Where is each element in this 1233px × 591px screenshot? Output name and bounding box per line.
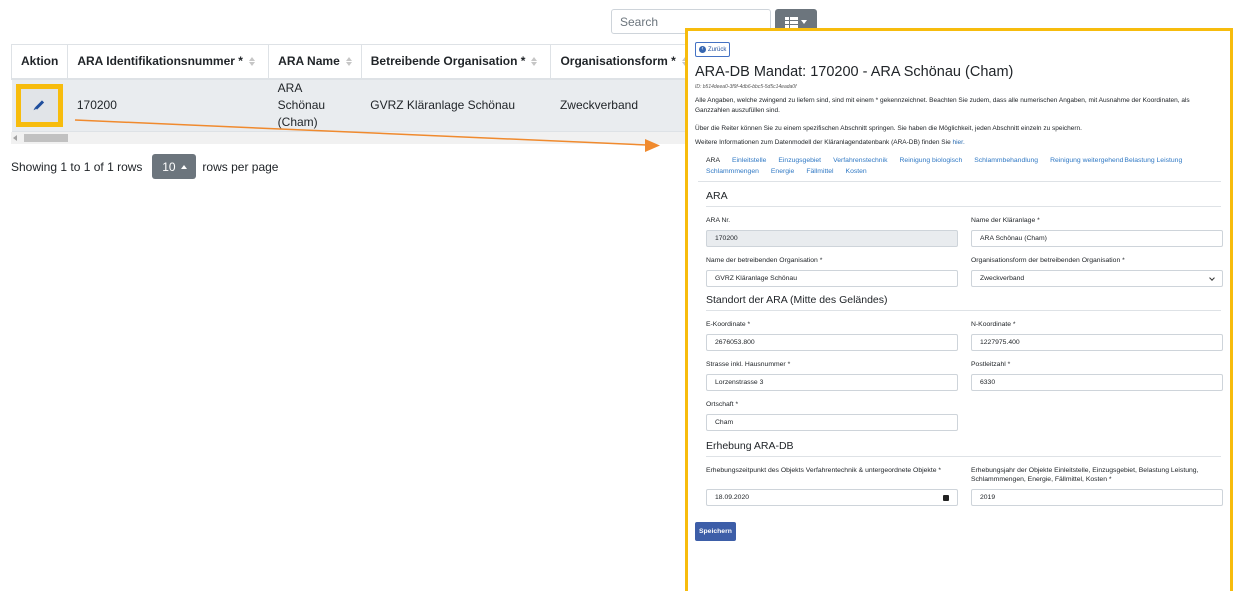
chevron-down-icon xyxy=(1209,274,1215,281)
cell-organisation: GVRZ Kläranlage Schönau xyxy=(361,78,551,132)
form-grid-erhebung: Erhebungszeitpunkt des Objekts Verfahren… xyxy=(695,457,1223,506)
tab-energie[interactable]: Energie xyxy=(771,168,794,175)
caret-up-icon xyxy=(180,164,187,169)
edit-button[interactable] xyxy=(15,83,63,127)
field-strasse: Strasse inkl. Hausnummer * Lorzenstrasse… xyxy=(706,360,958,391)
panel-title: ARA-DB Mandat: 170200 - ARA Schönau (Cha… xyxy=(695,64,1014,80)
edit-panel: ‹ Zurück ARA-DB Mandat: 170200 - ARA Sch… xyxy=(685,28,1233,591)
field-n-koordinate: N-Koordinate * 1227975.400 xyxy=(971,320,1223,351)
pagination-summary: Showing 1 to 1 of 1 rows xyxy=(11,159,143,174)
field-label: Name der Kläranlage * xyxy=(971,217,1040,224)
ortschaft-input[interactable]: Cham xyxy=(706,414,958,431)
field-label: N-Koordinate * xyxy=(971,321,1016,328)
field-label: Postleitzahl * xyxy=(971,361,1011,368)
column-header-aktion: Aktion xyxy=(10,44,69,80)
action-cell xyxy=(11,78,68,132)
name-klaeranlage-input[interactable]: ARA Schönau (Cham) xyxy=(971,230,1223,247)
column-header-organisationsform[interactable]: Organisationsform * xyxy=(550,44,701,80)
data-table: Aktion ARA Identifikationsnummer * ARA N… xyxy=(10,44,701,132)
pencil-icon xyxy=(34,100,44,110)
calendar-icon[interactable] xyxy=(943,494,949,501)
cell-ara-name: ARA Schönau (Cham) xyxy=(268,78,362,132)
sort-icon xyxy=(346,57,352,66)
erhebungsjahr-input[interactable]: 2019 xyxy=(971,489,1223,506)
page-size-value: 10 xyxy=(162,159,176,174)
table-header-row: Aktion ARA Identifikationsnummer * ARA N… xyxy=(10,44,701,80)
ara-nr-input: 170200 xyxy=(706,230,958,247)
field-erhebungsjahr: Erhebungsjahr der Objekte Einleitstelle,… xyxy=(971,466,1223,506)
tab-verfahrenstechnik[interactable]: Verfahrenstechnik xyxy=(833,157,887,164)
tab-ara[interactable]: ARA xyxy=(706,157,720,164)
field-ara-nr: ARA Nr. 170200 xyxy=(706,216,958,247)
scroll-left-icon[interactable] xyxy=(13,135,17,141)
strasse-input[interactable]: Lorzenstrasse 3 xyxy=(706,374,958,391)
pagination: Showing 1 to 1 of 1 rows 10 rows per pag… xyxy=(11,154,278,179)
erhebungszeitpunkt-date-input[interactable]: 18.09.2020 xyxy=(706,489,958,506)
field-label: Strasse inkl. Hausnummer * xyxy=(706,361,791,368)
section-tabs: ARA Einleitstelle Einzugsgebiet Verfahre… xyxy=(695,157,1221,175)
tab-reinigung-weitergehend[interactable]: Reinigung weitergehend xyxy=(1050,157,1123,164)
back-arrow-icon: ‹ xyxy=(699,46,706,53)
tab-einzugsgebiet[interactable]: Einzugsgebiet xyxy=(778,157,821,164)
cell-organisationsform: Zweckverband xyxy=(550,78,701,132)
caret-down-icon xyxy=(801,19,807,24)
field-label: Ortschaft * xyxy=(706,401,739,408)
horizontal-scrollbar[interactable] xyxy=(11,132,701,144)
name-organisation-input[interactable]: GVRZ Kläranlage Schönau xyxy=(706,270,958,287)
cell-ara-id: 170200 xyxy=(67,78,269,132)
intro-text: Alle Angaben, welche zwingend zu liefern… xyxy=(695,96,1221,148)
tab-einleitstelle[interactable]: Einleitstelle xyxy=(732,157,766,164)
n-koordinate-input[interactable]: 1227975.400 xyxy=(971,334,1223,351)
save-button[interactable]: Speichern xyxy=(695,522,736,541)
field-label: E-Koordinate * xyxy=(706,321,751,328)
sort-icon xyxy=(249,57,255,66)
section-heading-erhebung: Erhebung ARA-DB xyxy=(706,440,1221,457)
tab-schlammmengen[interactable]: Schlammmengen xyxy=(706,168,759,175)
field-postleitzahl: Postleitzahl * 6330 xyxy=(971,360,1223,391)
field-label: Name der betreibenden Organisation * xyxy=(706,257,823,264)
tab-reinigung-biologisch[interactable]: Reinigung biologisch xyxy=(900,157,963,164)
column-header-organisation[interactable]: Betreibende Organisation * xyxy=(361,44,552,80)
tab-kosten[interactable]: Kosten xyxy=(846,168,867,175)
field-organisationsform: Organisationsform der betreibenden Organ… xyxy=(971,256,1223,287)
field-label: ARA Nr. xyxy=(706,217,731,224)
field-erhebungszeitpunkt: Erhebungszeitpunkt des Objekts Verfahren… xyxy=(706,466,958,506)
tab-belastung-leistung[interactable]: Belastung Leistung xyxy=(1124,157,1182,164)
section-heading-ara: ARA xyxy=(706,190,1221,207)
form-grid-ara: ARA Nr. 170200 Name der Kläranlage * ARA… xyxy=(695,207,1223,287)
field-ortschaft: Ortschaft * Cham xyxy=(706,400,958,431)
field-label: Erhebungszeitpunkt des Objekts Verfahren… xyxy=(706,467,942,474)
record-id: ID: b514deea0-3f9f-4db6-bbc5-5d5c14eada0… xyxy=(695,84,797,90)
tab-schlammbehandlung[interactable]: Schlammbehandlung xyxy=(974,157,1038,164)
field-label: Erhebungsjahr der Objekte Einleitstelle,… xyxy=(971,467,1199,483)
table-row: 170200 ARA Schönau (Cham) GVRZ Kläranlag… xyxy=(11,78,701,132)
page-size-dropdown[interactable]: 10 xyxy=(152,154,197,179)
scrollbar-thumb[interactable] xyxy=(24,134,68,142)
postleitzahl-input[interactable]: 6330 xyxy=(971,374,1223,391)
info-link[interactable]: hier. xyxy=(953,139,965,146)
intro-paragraph: Weitere Informationen zum Datenmodell de… xyxy=(695,139,965,146)
sort-icon xyxy=(531,57,537,66)
field-name-klaeranlage: Name der Kläranlage * ARA Schönau (Cham) xyxy=(971,216,1223,247)
back-button[interactable]: ‹ Zurück xyxy=(695,42,731,57)
e-koordinate-input[interactable]: 2676053.800 xyxy=(706,334,958,351)
column-header-ara-id[interactable]: ARA Identifikationsnummer * xyxy=(67,44,270,80)
tab-faellmittel[interactable]: Fällmittel xyxy=(806,168,833,175)
section-heading-standort: Standort der ARA (Mitte des Geländes) xyxy=(706,294,1221,311)
field-label: Organisationsform der betreibenden Organ… xyxy=(971,257,1125,264)
grid-icon xyxy=(785,16,798,28)
form-grid-standort: E-Koordinate * 2676053.800 N-Koordinate … xyxy=(695,311,1223,431)
tab-divider xyxy=(698,181,1221,182)
intro-paragraph: Alle Angaben, welche zwingend zu liefern… xyxy=(695,97,1190,114)
organisationsform-select[interactable]: Zweckverband xyxy=(971,270,1223,287)
rows-per-page-label: rows per page xyxy=(202,159,279,174)
intro-paragraph: Über die Reiter können Sie zu einem spez… xyxy=(695,125,1082,132)
field-name-organisation: Name der betreibenden Organisation * GVR… xyxy=(706,256,958,287)
column-header-ara-name[interactable]: ARA Name xyxy=(268,44,362,80)
field-e-koordinate: E-Koordinate * 2676053.800 xyxy=(706,320,958,351)
